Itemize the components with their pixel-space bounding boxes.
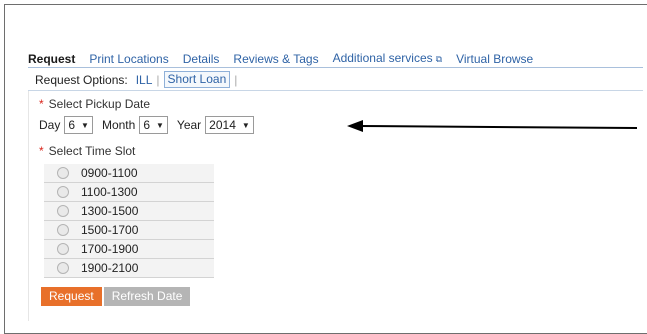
tab-additional-services-label: Additional services <box>332 51 433 65</box>
radio-button[interactable] <box>57 167 69 179</box>
radio-button[interactable] <box>57 186 69 198</box>
radio-button[interactable] <box>57 224 69 236</box>
external-link-icon: ⧉ <box>435 54 443 64</box>
tab-divider <box>28 67 643 68</box>
option-separator: | <box>234 72 238 87</box>
tab-print-locations[interactable]: Print Locations <box>89 51 168 67</box>
dropdown-arrow-icon: ▼ <box>81 120 89 130</box>
time-slot-row[interactable]: 0900-1100 <box>44 164 214 183</box>
time-slot-row[interactable]: 1500-1700 <box>44 221 214 240</box>
required-marker: * <box>39 97 44 111</box>
time-slot-list: 0900-1100 1100-1300 1300-1500 1500-1700 … <box>44 164 214 278</box>
ill-option[interactable]: ILL <box>136 73 153 87</box>
radio-button[interactable] <box>57 205 69 217</box>
month-select[interactable]: 6 ▼ <box>139 116 168 134</box>
request-button[interactable]: Request <box>41 287 102 306</box>
required-marker: * <box>39 144 44 158</box>
refresh-date-button[interactable]: Refresh Date <box>103 287 191 306</box>
request-options-bar: Request Options: ILL | Short Loan | <box>28 69 643 91</box>
month-label: Month <box>101 118 136 132</box>
time-slot-label: * Select Time Slot <box>39 144 135 158</box>
time-slot-text: 1900-2100 <box>81 261 139 275</box>
tab-reviews-tags[interactable]: Reviews & Tags <box>233 51 318 67</box>
pickup-date-label-text: Select Pickup Date <box>48 97 151 111</box>
time-slot-row[interactable]: 1100-1300 <box>44 183 214 202</box>
tab-virtual-browse[interactable]: Virtual Browse <box>456 51 533 67</box>
time-slot-label-text: Select Time Slot <box>48 144 136 158</box>
day-select[interactable]: 6 ▼ <box>64 116 93 134</box>
request-options-label: Request Options: <box>35 72 128 87</box>
month-select-value: 6 <box>143 118 150 132</box>
tab-request[interactable]: Request <box>28 51 75 67</box>
pickup-date-row: Day 6 ▼ Month 6 ▼ Year 2014 ▼ <box>39 116 263 134</box>
time-slot-text: 1500-1700 <box>81 223 139 237</box>
pickup-date-label: * Select Pickup Date <box>39 97 150 111</box>
tab-details[interactable]: Details <box>183 51 220 67</box>
short-loan-option[interactable]: Short Loan <box>163 71 231 88</box>
year-select[interactable]: 2014 ▼ <box>205 116 254 134</box>
option-separator: | <box>156 72 160 87</box>
time-slot-row[interactable]: 1900-2100 <box>44 259 214 278</box>
time-slot-text: 1700-1900 <box>81 242 139 256</box>
time-slot-row[interactable]: 1300-1500 <box>44 202 214 221</box>
radio-button[interactable] <box>57 243 69 255</box>
year-select-value: 2014 <box>209 118 236 132</box>
time-slot-text: 0900-1100 <box>81 166 138 180</box>
year-label: Year <box>176 118 202 132</box>
dropdown-arrow-icon: ▼ <box>156 120 164 130</box>
radio-button[interactable] <box>57 262 69 274</box>
dropdown-arrow-icon: ▼ <box>241 120 250 130</box>
tab-bar: Request Print Locations Details Reviews … <box>28 50 547 67</box>
time-slot-row[interactable]: 1700-1900 <box>44 240 214 259</box>
day-select-value: 6 <box>68 118 76 132</box>
day-label: Day <box>39 118 61 132</box>
action-buttons: Request Refresh Date <box>41 287 192 306</box>
time-slot-text: 1100-1300 <box>81 185 138 199</box>
time-slot-text: 1300-1500 <box>81 204 139 218</box>
annotation-arrow-icon <box>347 120 638 132</box>
tab-additional-services[interactable]: Additional services ⧉ <box>333 50 443 67</box>
